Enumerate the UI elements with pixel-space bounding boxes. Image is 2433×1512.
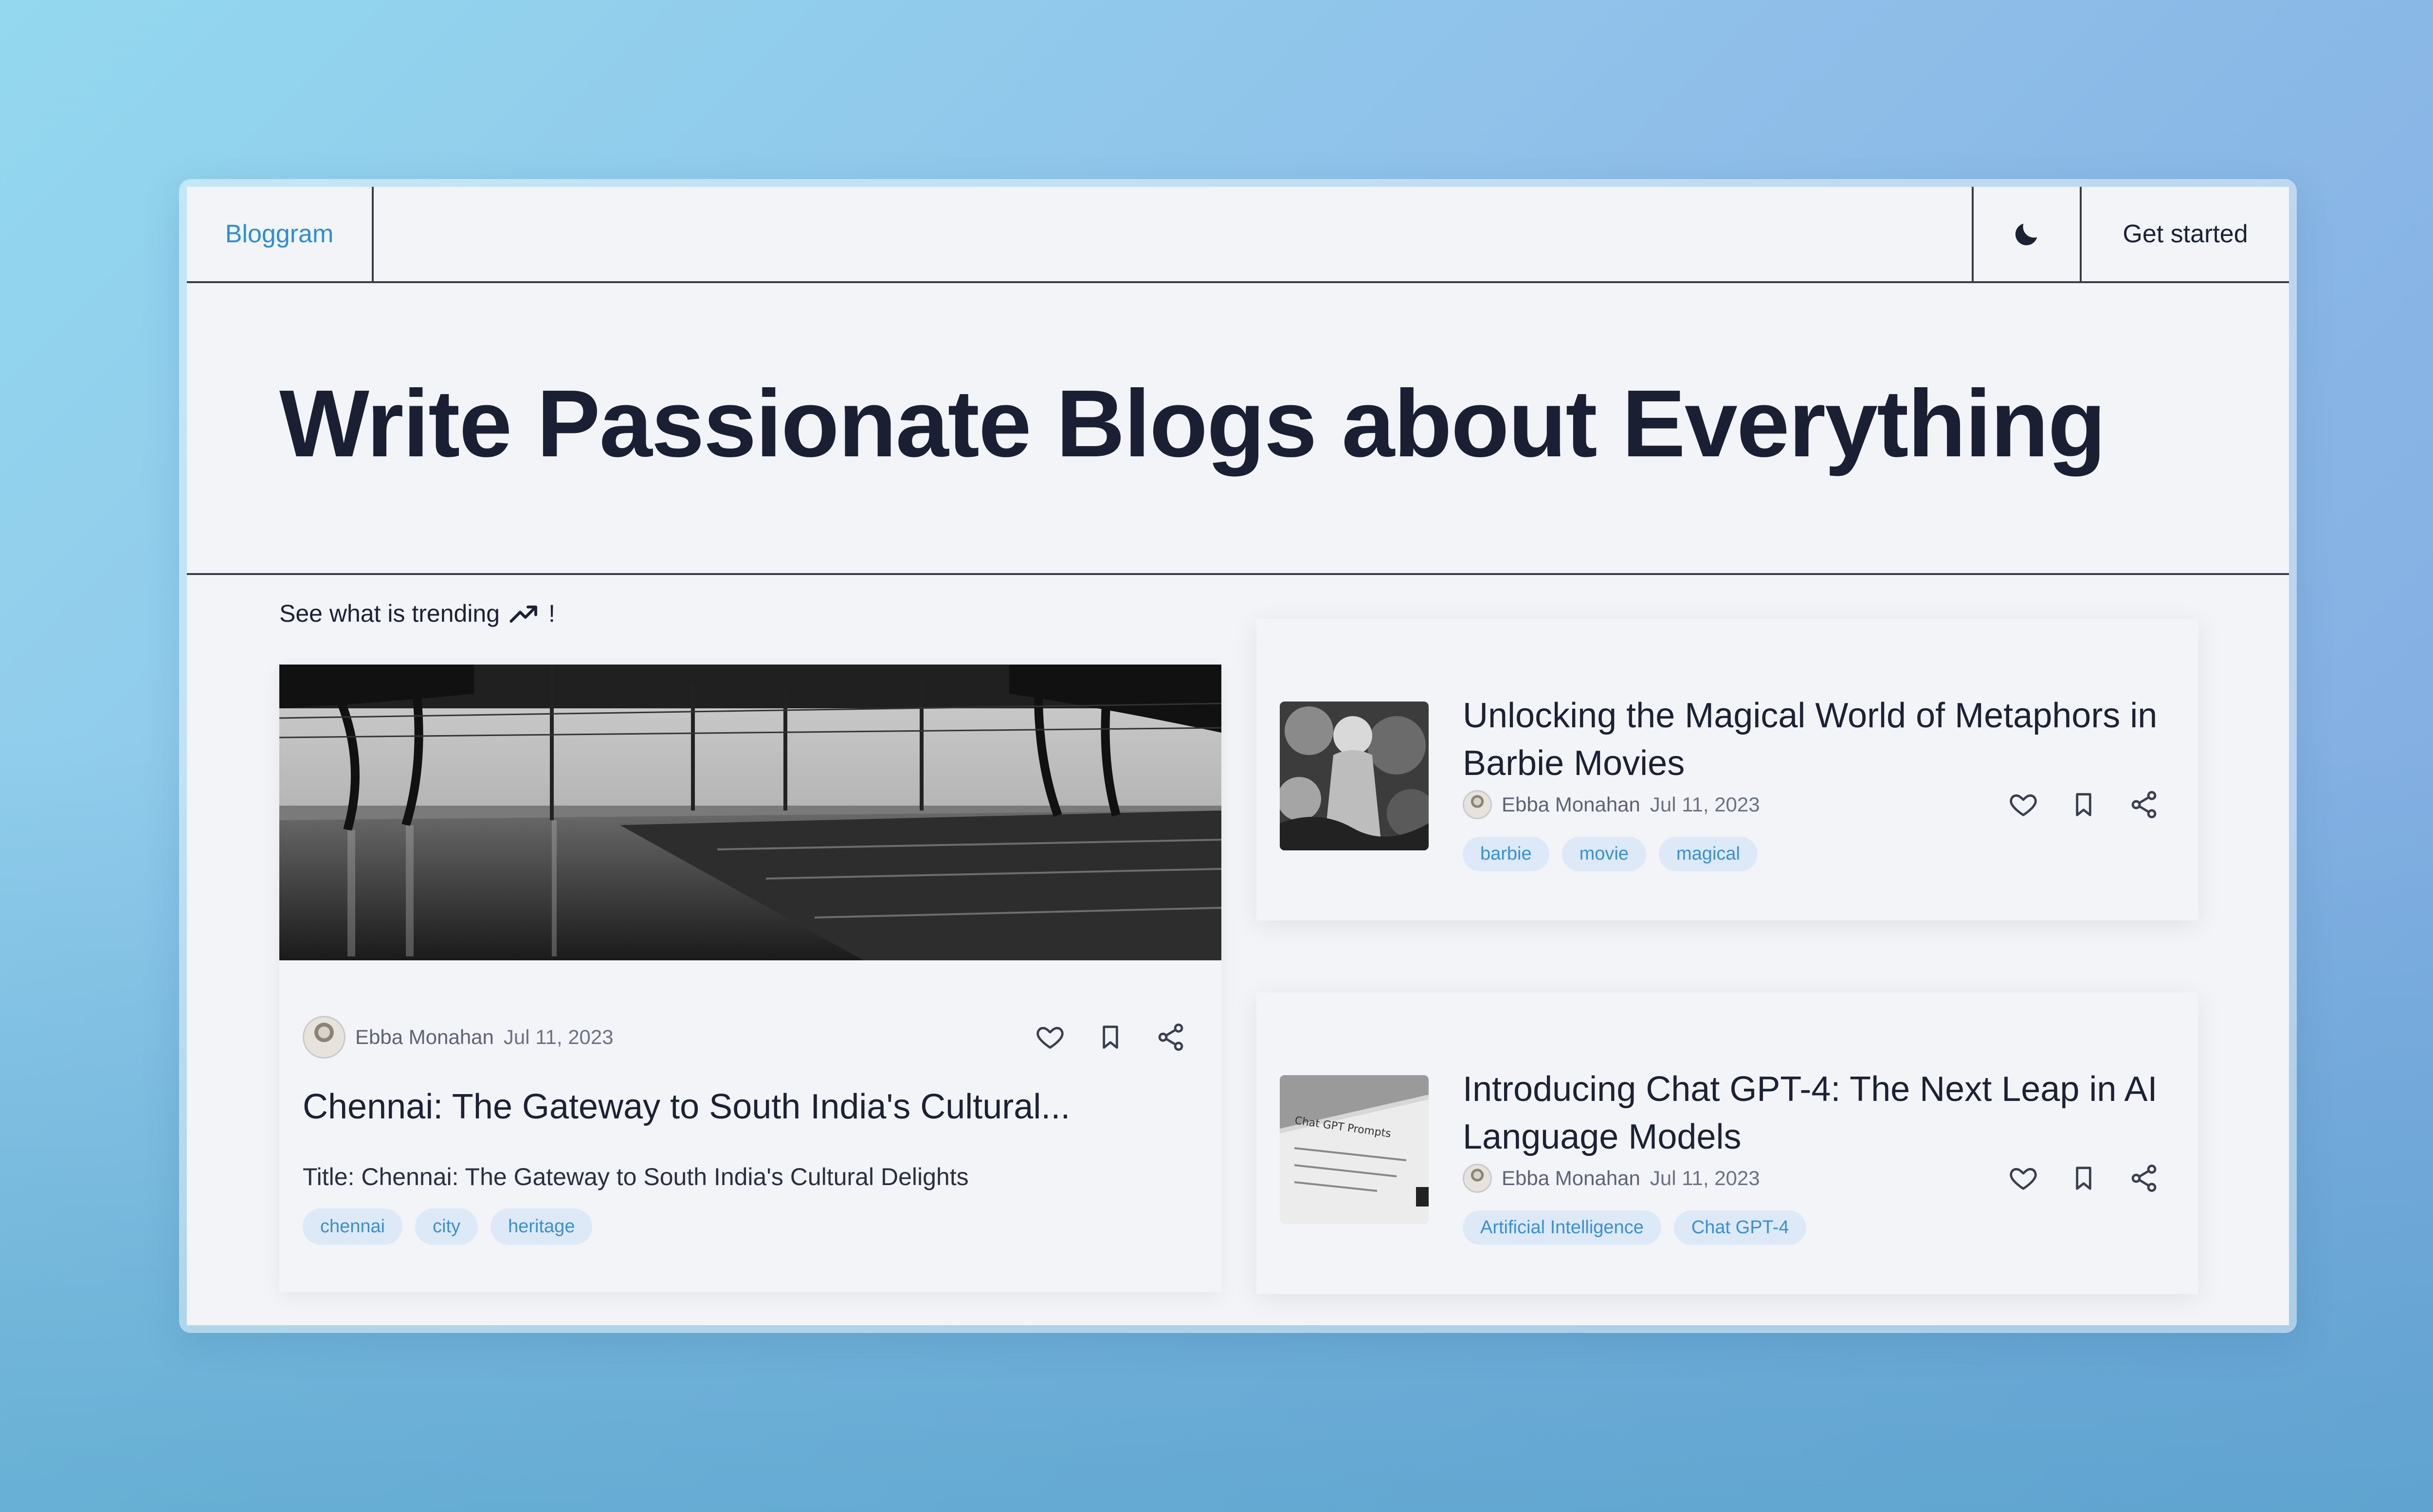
trending-up-icon <box>509 605 537 623</box>
featured-post-excerpt: Title: Chennai: The Gateway to South Ind… <box>303 1163 969 1190</box>
get-started-button[interactable]: Get started <box>2080 187 2289 281</box>
author-avatar[interactable] <box>1463 790 1492 819</box>
featured-post-tags: chennai city heritage <box>303 1208 593 1245</box>
share-icon <box>1158 1024 1183 1051</box>
share-icon <box>2131 1165 2157 1192</box>
browser-window: Bloggram Get started Write Passionate Bl… <box>179 179 2297 1333</box>
like-button[interactable] <box>2007 788 2040 821</box>
featured-post-image <box>279 665 1221 960</box>
share-button[interactable] <box>2127 788 2161 821</box>
author-avatar[interactable] <box>1463 1164 1492 1193</box>
trending-label: See what is trending <box>279 600 500 627</box>
post-actions <box>2007 1162 2161 1195</box>
heart-icon <box>2010 794 2037 816</box>
hero-section: Write Passionate Blogs about Everything <box>187 283 2289 575</box>
theme-toggle-button[interactable] <box>1972 187 2080 281</box>
post-title[interactable]: Unlocking the Magical World of Metaphors… <box>1463 692 2173 787</box>
post-thumbnail-barbie <box>1280 702 1429 850</box>
tag-magical[interactable]: magical <box>1659 837 1758 871</box>
author-avatar[interactable] <box>303 1016 345 1059</box>
post-tags: Artificial Intelligence Chat GPT-4 <box>1463 1210 1807 1245</box>
tag-chennai[interactable]: chennai <box>303 1208 403 1245</box>
featured-post-title[interactable]: Chennai: The Gateway to South India's Cu… <box>303 1087 1208 1127</box>
like-button[interactable] <box>2007 1162 2040 1195</box>
trending-heading: See what is trending ! <box>279 599 555 628</box>
share-button[interactable] <box>1154 1021 1187 1054</box>
featured-post-meta: Ebba Monahan Jul 11, 2023 <box>303 1016 1187 1059</box>
post-thumbnail-chatgpt: Chat GPT Prompts <box>1280 1075 1429 1224</box>
app-root: Bloggram Get started Write Passionate Bl… <box>187 187 2289 1325</box>
post-date: Jul 11, 2023 <box>1650 793 1760 816</box>
bookmark-button[interactable] <box>1094 1021 1127 1054</box>
tag-artificial-intelligence[interactable]: Artificial Intelligence <box>1463 1210 1661 1245</box>
like-button[interactable] <box>1034 1021 1067 1054</box>
top-nav: Bloggram Get started <box>187 187 2289 283</box>
author-name[interactable]: Ebba Monahan <box>1502 793 1640 816</box>
share-icon <box>2131 791 2157 818</box>
post-actions <box>2007 788 2161 821</box>
tag-city[interactable]: city <box>415 1208 478 1245</box>
hero-title: Write Passionate Blogs about Everything <box>279 370 2106 477</box>
heart-icon <box>2010 1168 2037 1190</box>
post-card-barbie[interactable]: Unlocking the Magical World of Metaphors… <box>1256 619 2198 920</box>
bookmark-button[interactable] <box>2067 1162 2100 1195</box>
bookmark-icon <box>2076 793 2091 816</box>
post-card-chatgpt[interactable]: Chat GPT Prompts Introducing Chat GPT-4:… <box>1256 992 2198 1294</box>
post-tags: barbie movie magical <box>1463 837 1758 871</box>
heart-icon <box>1036 1026 1064 1049</box>
tag-chat-gpt-4[interactable]: Chat GPT-4 <box>1673 1210 1807 1245</box>
tag-heritage[interactable]: heritage <box>490 1208 593 1245</box>
post-actions <box>1034 1021 1187 1054</box>
moon-icon <box>2015 223 2037 246</box>
tag-movie[interactable]: movie <box>1561 837 1647 871</box>
post-meta: Ebba Monahan Jul 11, 2023 <box>1463 1162 2161 1195</box>
post-date: Jul 11, 2023 <box>1650 1167 1760 1189</box>
share-button[interactable] <box>2127 1162 2161 1195</box>
bookmark-icon <box>2076 1167 2091 1190</box>
post-meta: Ebba Monahan Jul 11, 2023 <box>1463 788 2161 821</box>
trending-exclamation: ! <box>548 600 555 627</box>
tag-barbie[interactable]: barbie <box>1463 837 1549 871</box>
featured-post-card[interactable]: Ebba Monahan Jul 11, 2023 Chennai: The G… <box>279 665 1221 1292</box>
brand-logo-link[interactable]: Bloggram <box>187 187 374 281</box>
post-date: Jul 11, 2023 <box>503 1026 614 1048</box>
bookmark-icon <box>1103 1026 1118 1049</box>
author-name[interactable]: Ebba Monahan <box>1502 1167 1640 1190</box>
author-name[interactable]: Ebba Monahan <box>355 1026 494 1049</box>
post-title[interactable]: Introducing Chat GPT-4: The Next Leap in… <box>1463 1065 2173 1161</box>
bookmark-button[interactable] <box>2067 788 2100 821</box>
